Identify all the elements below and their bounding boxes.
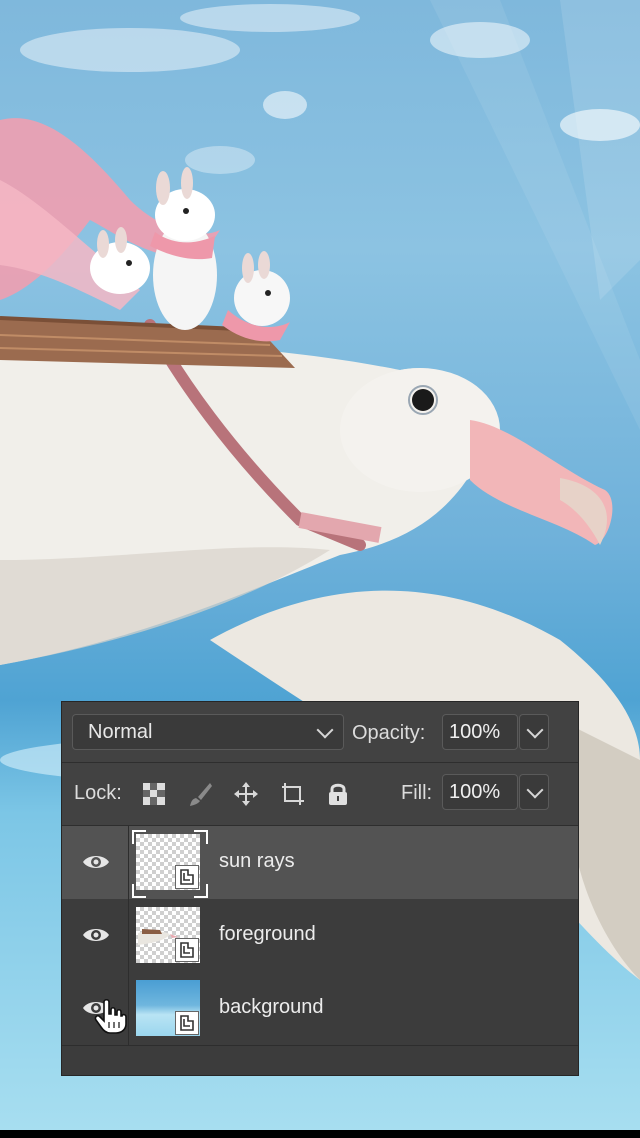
visibility-toggle[interactable]: [62, 972, 129, 1045]
opacity-label: Opacity:: [352, 722, 426, 744]
chevron-down-icon: [526, 721, 544, 739]
eye-icon: [83, 929, 109, 941]
fill-input[interactable]: 100%: [442, 774, 518, 810]
layers-panel: Normal Opacity: 100% Lock: Fill: 100% su…: [62, 702, 578, 1075]
lock-label: Lock:: [74, 782, 122, 804]
layer-name: background: [219, 996, 324, 1018]
layer-thumbnail: [136, 907, 200, 963]
opacity-input[interactable]: 100%: [442, 714, 518, 750]
visibility-toggle[interactable]: [62, 899, 129, 972]
blend-opacity-row: Normal Opacity: 100%: [62, 702, 578, 763]
smart-object-icon: [175, 1011, 199, 1035]
opacity-dropdown-button[interactable]: [519, 714, 549, 750]
visibility-toggle[interactable]: [62, 826, 129, 899]
hand-cursor-icon: [94, 998, 127, 1034]
chevron-down-icon: [316, 721, 334, 739]
bottom-bar: [0, 1130, 640, 1138]
chevron-down-icon: [526, 781, 544, 799]
smart-object-icon: [175, 938, 199, 962]
lock-artboard-icon[interactable]: [278, 780, 306, 808]
layer-row-background[interactable]: background: [62, 972, 578, 1046]
blend-mode-value: Normal: [88, 721, 153, 743]
lock-position-icon[interactable]: [232, 780, 260, 808]
lock-transparent-pixels-icon[interactable]: [140, 780, 168, 808]
blend-mode-select[interactable]: Normal: [72, 714, 344, 750]
layer-name: sun rays: [219, 850, 295, 872]
layer-name: foreground: [219, 923, 316, 945]
layer-thumbnail: [136, 980, 200, 1036]
lock-all-icon[interactable]: [324, 780, 352, 808]
fill-label: Fill:: [401, 782, 433, 804]
fill-dropdown-button[interactable]: [519, 774, 549, 810]
eye-icon: [83, 856, 109, 868]
lock-image-pixels-icon[interactable]: [186, 780, 214, 808]
layer-row-foreground[interactable]: foreground: [62, 899, 578, 973]
layer-row-sun-rays[interactable]: sun rays: [62, 826, 578, 900]
